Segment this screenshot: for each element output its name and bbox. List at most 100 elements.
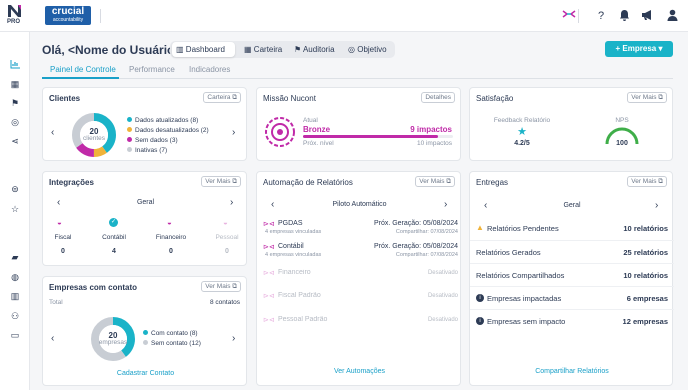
sidebar-dashboard-icon[interactable]: [8, 60, 22, 72]
financeiro-status-icon: ◒: [167, 218, 172, 227]
next-arrow-icon[interactable]: ›: [444, 200, 447, 210]
row-value: 10 relatórios: [623, 224, 668, 233]
sidebar-folder-icon[interactable]: ▰: [8, 251, 22, 263]
ver-mais-button[interactable]: Ver Mais ⧉: [627, 92, 667, 103]
feedback-value: 4.2/5: [514, 140, 530, 147]
card-title: Integrações: [49, 178, 94, 187]
total-value: 8 contatos: [210, 299, 240, 306]
automation-name: Fiscal Padrão: [278, 292, 321, 299]
legend-dot: [127, 137, 132, 142]
sidebar-robot-icon[interactable]: ⊜: [8, 183, 22, 195]
nucont-mark-icon: ⊳⊲: [263, 221, 275, 228]
prev-arrow-icon[interactable]: ‹: [51, 334, 54, 344]
entregas-row[interactable]: Relatórios Compartilhados 10 relatórios: [470, 263, 674, 286]
automation-item[interactable]: ⊳⊲ Pessoal Padrão Desativado: [263, 316, 458, 330]
divider: [578, 9, 579, 23]
user-icon[interactable]: [665, 9, 679, 23]
sidebar-carteira-icon[interactable]: ▦: [8, 78, 22, 90]
ver-mais-button[interactable]: Ver Mais ⧉: [201, 281, 241, 292]
carteira-button[interactable]: Carteira ⧉: [203, 92, 241, 103]
ver-mais-button[interactable]: Ver Mais ⧉: [201, 176, 241, 187]
card-title: Satisfação: [476, 94, 514, 103]
next-arrow-icon[interactable]: ›: [232, 128, 235, 138]
automation-name: Contábil: [278, 243, 304, 250]
subtab-performance[interactable]: Performance: [129, 65, 175, 74]
page-title: Olá, <Nome do Usuário>: [42, 43, 182, 57]
sidebar-chat-icon[interactable]: ▭: [8, 329, 22, 341]
tab-label: Dashboard: [185, 45, 225, 54]
add-empresa-button[interactable]: + Empresa ▾: [605, 41, 673, 57]
sidebar-share-icon[interactable]: ⋖: [8, 135, 22, 147]
tab-dashboard[interactable]: ▥ Dashboard: [172, 42, 235, 57]
nucont-mark-icon: ⊳⊲: [263, 293, 275, 300]
sidebar-globe-icon[interactable]: ◍: [8, 271, 22, 283]
next-arrow-icon[interactable]: ›: [655, 201, 658, 211]
card-title: Automação de Relatórios: [263, 178, 353, 187]
tab-auditoria[interactable]: ⚑ Auditoria: [290, 42, 345, 57]
subtab-indicadores[interactable]: Indicadores: [189, 65, 230, 74]
check-icon: ✓: [109, 218, 118, 227]
tab-objetivo[interactable]: ◎ Objetivo: [344, 42, 394, 57]
info-icon: i: [476, 317, 484, 325]
brand-line2: accountability: [52, 17, 84, 23]
detalhes-button[interactable]: Detalhes: [421, 92, 455, 103]
sidebar: ▦ ⚑ ◎ ⋖ ⊜ ☆ ▰ ◍ ▥ ⚇ ▭: [0, 32, 30, 390]
automation-item[interactable]: ⊳⊲ Financeiro Desativado: [263, 269, 458, 283]
automation-shared: Compartilhar: 07/08/2024: [395, 229, 458, 235]
pessoal-status-icon: ◒: [223, 218, 228, 227]
external-link-icon: ⧉: [232, 178, 237, 185]
nucont-mark-icon[interactable]: [562, 9, 576, 23]
sidebar-user-settings-icon[interactable]: ⚇: [8, 310, 22, 322]
button-label: Ver Mais: [419, 178, 445, 185]
ver-mais-button[interactable]: Ver Mais ⧉: [415, 176, 455, 187]
feedback-label: Feedback Relatório: [493, 117, 551, 124]
ver-mais-button[interactable]: Ver Mais ⧉: [627, 176, 667, 187]
sidebar-chart-icon[interactable]: ▥: [8, 290, 22, 302]
sidebar-target-icon[interactable]: ◎: [8, 116, 22, 128]
automation-item[interactable]: ⊳⊲ Fiscal Padrão Desativado: [263, 292, 458, 306]
contato-legend: Com contato (8) Sem contato (12): [143, 329, 201, 349]
entregas-row[interactable]: Relatórios Gerados 25 relatórios: [470, 240, 674, 263]
fiscal-status-icon: ◒: [57, 218, 62, 227]
cadastrar-contato-link[interactable]: Cadastrar Contato: [43, 370, 248, 377]
nucont-logo[interactable]: PRO: [7, 4, 25, 28]
integration-value: 0: [169, 248, 173, 255]
entregas-row[interactable]: i Empresas impactadas 6 empresas: [470, 286, 674, 309]
automacao-selector[interactable]: Piloto Automático: [257, 201, 462, 208]
entregas-selector[interactable]: Geral: [470, 202, 674, 209]
crucial-logo: crucial accountability: [45, 6, 91, 25]
next-arrow-icon[interactable]: ›: [232, 334, 235, 344]
compartilhar-relatorios-link[interactable]: Compartilhar Relatórios: [470, 368, 674, 375]
level-progress-track: [303, 135, 453, 138]
main-tabs: ▥ Dashboard ▦ Carteira ⚑ Auditoria ◎ Obj…: [170, 41, 395, 58]
automation-item[interactable]: ⊳⊲ PGDAS 4 empresas vinculadas Próx. Ger…: [263, 220, 458, 240]
next-arrow-icon[interactable]: ›: [230, 198, 233, 208]
legend-dot: [127, 127, 132, 132]
dashboard-icon: ▥: [176, 45, 184, 54]
integracoes-selector[interactable]: Geral: [43, 199, 248, 206]
prev-arrow-icon[interactable]: ‹: [51, 128, 54, 138]
target-badge-icon: [265, 117, 295, 147]
entregas-row[interactable]: ▲ Relatórios Pendentes 10 relatórios: [470, 217, 674, 240]
button-label: Empresa: [622, 44, 657, 53]
megaphone-icon[interactable]: [640, 9, 654, 23]
subtab-painel[interactable]: Painel de Controle: [50, 65, 116, 74]
external-link-icon: ⧉: [446, 178, 451, 185]
bell-icon[interactable]: [617, 9, 631, 23]
sidebar-star-icon[interactable]: ☆: [8, 203, 22, 215]
ver-automacoes-link[interactable]: Ver Automações: [257, 368, 462, 375]
tab-carteira[interactable]: ▦ Carteira: [240, 42, 292, 57]
level-name: Bronze: [303, 125, 331, 134]
legend-label: Inativas (7): [135, 147, 168, 154]
sidebar-flag-icon[interactable]: ⚑: [8, 97, 22, 109]
automation-item[interactable]: ⊳⊲ Contábil 4 empresas vinculadas Próx. …: [263, 243, 458, 263]
entregas-row[interactable]: i Empresas sem impacto 12 empresas: [470, 309, 674, 332]
legend-item: Com contato (8): [143, 329, 201, 339]
tab-label: Carteira: [253, 45, 283, 54]
automation-shared: Compartilhar: 07/08/2024: [395, 252, 458, 258]
help-icon[interactable]: ?: [594, 9, 608, 23]
integration-value: 0: [225, 248, 229, 255]
integration-label: Fiscal: [54, 234, 72, 241]
row-label: Relatórios Compartilhados: [476, 271, 565, 280]
external-link-icon: ⧉: [232, 94, 237, 101]
